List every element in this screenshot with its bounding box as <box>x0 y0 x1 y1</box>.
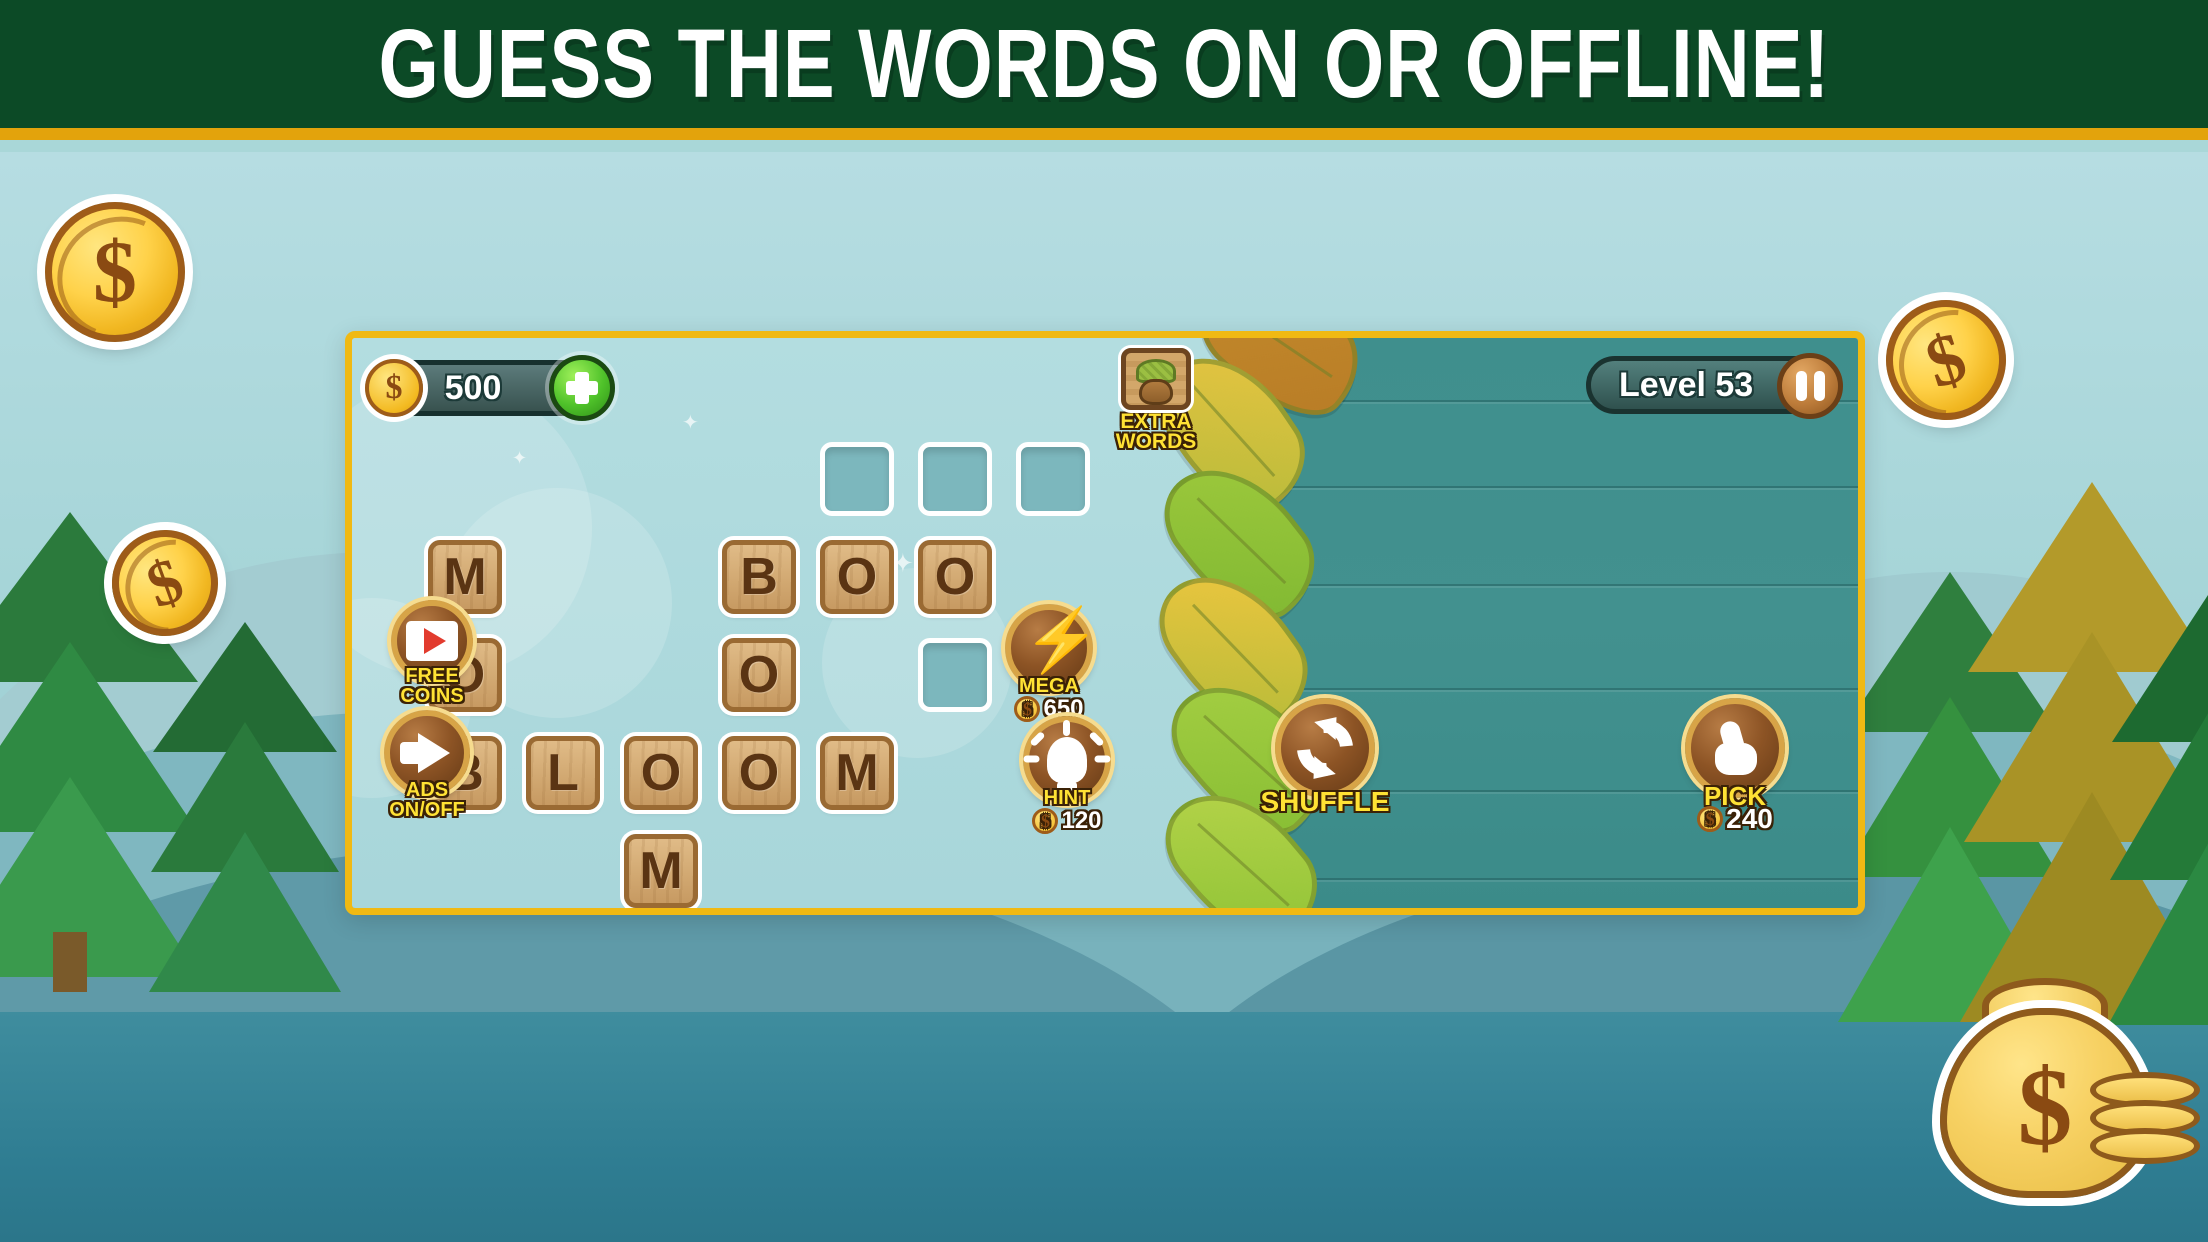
pick-cost: $ 240 <box>1660 805 1810 833</box>
pause-button[interactable] <box>1777 353 1843 419</box>
hint-cost: $ 120 <box>1002 808 1132 834</box>
grid-letter-tile[interactable]: O <box>820 540 894 614</box>
shuffle-label: SHUFFLE <box>1260 786 1390 817</box>
grid-letter-tile[interactable]: M <box>820 736 894 810</box>
pause-icon <box>1813 371 1825 401</box>
coin-glyph: $ <box>1697 806 1724 832</box>
level-indicator: Level 53 <box>1586 353 1843 419</box>
mega-button[interactable]: MEGA $ 650 <box>984 604 1114 722</box>
decor-coin-icon: $ <box>45 202 185 342</box>
speaker-icon <box>400 733 454 773</box>
extra-words-button[interactable]: EXTRA WORDS <box>1104 348 1208 452</box>
grid-empty-cell[interactable] <box>918 638 992 712</box>
level-label: Level 53 <box>1619 365 1754 404</box>
grid-letter-tile[interactable]: B <box>722 540 796 614</box>
coin-balance-bar[interactable]: $ 500 <box>365 355 615 421</box>
pick-button[interactable]: PICK $ 240 <box>1660 698 1810 833</box>
conifer-tree-icon <box>2108 592 2208 1025</box>
conifer-tree-icon <box>149 622 341 1002</box>
add-coins-button[interactable] <box>549 355 615 421</box>
grid-empty-cell[interactable] <box>1016 442 1090 516</box>
game-panel: ✦ ✦ ✦ ✦ $ 500 MBOOOOBLOOMM Level 53 <box>345 331 1865 915</box>
promo-banner: GUESS THE WORDS ON OR OFFLINE! <box>0 0 2208 140</box>
refresh-icon <box>1285 708 1365 788</box>
shuffle-button[interactable]: SHUFFLE <box>1240 698 1410 817</box>
lightbulb-icon <box>1023 720 1111 792</box>
hint-button[interactable]: HINT $ 120 <box>1002 716 1132 834</box>
hint-label: HINT <box>1043 787 1091 809</box>
coin-dollar-icon: $ <box>365 359 423 417</box>
ads-toggle-button[interactable]: ADS ON/OFF <box>362 710 492 820</box>
pause-icon <box>1795 371 1807 401</box>
pointing-hand-icon <box>1711 721 1759 775</box>
money-bag-dollar: $ <box>2017 1046 2073 1168</box>
free-coins-label: FREE COINS <box>400 665 464 707</box>
free-coins-button[interactable]: FREE COINS <box>372 600 492 706</box>
banner-headline: GUESS THE WORDS ON OR OFFLINE! <box>378 9 1830 118</box>
acorn-icon <box>1121 348 1191 410</box>
video-play-icon <box>406 621 458 661</box>
grid-empty-cell[interactable] <box>918 442 992 516</box>
grid-letter-tile[interactable]: M <box>624 834 698 908</box>
mega-label: MEGA <box>1019 675 1079 697</box>
coin-glyph: $ <box>1916 315 1976 404</box>
lake <box>0 1012 2208 1242</box>
ads-toggle-label: ADS ON/OFF <box>389 779 465 821</box>
coin-glyph: $ <box>93 223 137 321</box>
coin-glyph: $ <box>1032 808 1059 834</box>
grid-letter-tile[interactable]: O <box>624 736 698 810</box>
grid-letter-tile[interactable]: O <box>722 736 796 810</box>
grid-letter-tile[interactable]: O <box>918 540 992 614</box>
extra-words-label: EXTRA WORDS <box>1115 410 1197 453</box>
money-bag-icon: $ <box>1940 952 2208 1212</box>
coin-glyph: $ <box>137 543 193 622</box>
grid-empty-cell[interactable] <box>820 442 894 516</box>
grid-letter-tile[interactable]: L <box>526 736 600 810</box>
acorn-body <box>1139 379 1173 405</box>
grid-letter-tile[interactable]: O <box>722 638 796 712</box>
